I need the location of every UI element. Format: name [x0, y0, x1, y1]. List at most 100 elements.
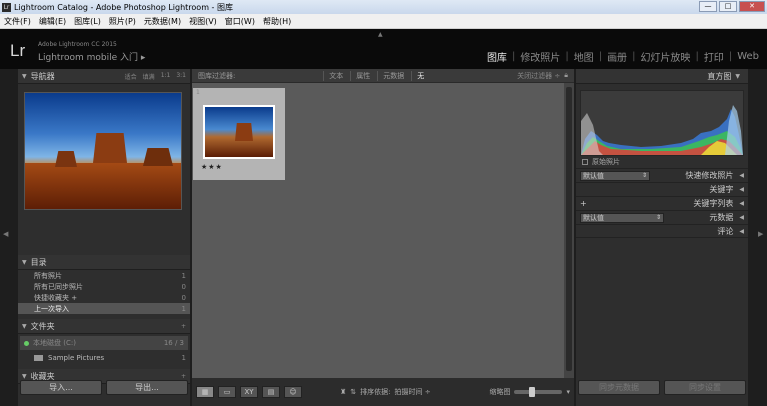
maximize-button[interactable]: □	[719, 1, 737, 12]
quick-develop-header[interactable]: 默认值 ⇕ 快速修改照片 ◀	[576, 168, 748, 182]
lightroom-logo: Lr	[10, 41, 26, 60]
right-panel-buttons: 同步元数据 同步设置	[576, 380, 748, 395]
slider-knob[interactable]	[529, 387, 536, 397]
zoom-1-1[interactable]: 1:1	[161, 72, 171, 81]
menu-bar: 文件(F) 编辑(E) 图库(L) 照片(P) 元数据(M) 视图(V) 窗口(…	[0, 14, 767, 29]
metadata-preset-select[interactable]: 默认值 ⇕	[580, 212, 664, 223]
module-map[interactable]: 地图	[574, 49, 594, 64]
original-photo-checkbox[interactable]	[582, 159, 588, 165]
lock-icon[interactable]: 🔒︎	[564, 71, 568, 80]
collapse-triangle-icon: ▼	[22, 72, 27, 80]
grid-view-icon[interactable]: ▦	[196, 386, 214, 398]
star-rating[interactable]: ★★★	[201, 163, 223, 171]
folders-header[interactable]: ▼ 文件夹 +	[18, 319, 190, 334]
menu-view[interactable]: 视图(V)	[185, 16, 221, 27]
collapse-right-panel-icon[interactable]: ▶	[758, 230, 763, 238]
sort-direction-icon[interactable]: ⇅	[350, 388, 356, 396]
loupe-view-icon[interactable]: ▭	[218, 386, 236, 398]
expand-triangle-icon: ◀	[739, 172, 744, 179]
volume-bar[interactable]: 本地磁盘 (C:) 16 / 3	[20, 336, 188, 350]
thumbnail-size-slider[interactable]	[514, 387, 563, 397]
grid-scrollbar[interactable]	[564, 83, 574, 378]
module-divider: |	[565, 51, 569, 62]
survey-view-icon[interactable]: ▤	[262, 386, 280, 398]
lightroom-mobile-link[interactable]: Lightroom mobile 入门 ▸	[38, 50, 145, 63]
menu-window[interactable]: 窗口(W)	[221, 16, 259, 27]
quick-develop-preset-select[interactable]: 默认值 ⇕	[580, 170, 650, 181]
module-web[interactable]: Web	[737, 51, 759, 62]
filter-text[interactable]: 文本	[323, 70, 348, 81]
keyword-list-title: 关键字列表	[693, 199, 734, 208]
import-button[interactable]: 导入...	[20, 380, 102, 395]
comments-title: 评论	[717, 226, 734, 236]
module-divider: |	[598, 51, 603, 62]
right-panel: 直方图 ▼ 原始照片 默认值 ⇕ 快速修改照片 ◀ 关键字 ◀ + 关键字列表 ◀…	[576, 69, 748, 406]
toolbar-menu-icon[interactable]: ▾	[566, 388, 570, 396]
sort-dropdown[interactable]: 拍摄时间 ÷	[395, 387, 431, 397]
collapse-left-panel-icon[interactable]: ◀	[3, 230, 8, 238]
menu-edit[interactable]: 编辑(E)	[35, 16, 70, 27]
module-develop[interactable]: 修改照片	[520, 49, 560, 64]
preview-ground	[25, 163, 181, 209]
zoom-fit[interactable]: 适合	[125, 72, 137, 81]
menu-photo[interactable]: 照片(P)	[105, 16, 140, 27]
metadata-header[interactable]: 默认值 ⇕ 元数据 ◀	[576, 210, 748, 224]
menu-file[interactable]: 文件(F)	[0, 16, 35, 27]
volume-status-icon	[24, 340, 29, 346]
expand-triangle-icon: ◀	[739, 200, 744, 207]
expand-triangle-icon: ◀	[739, 227, 744, 235]
filter-off-dropdown[interactable]: 关闭过滤器 ÷	[517, 71, 560, 81]
navigator-zoom-options: 适合 填满 1:1 3:1	[125, 72, 186, 81]
quick-develop-title: 快速修改照片	[685, 171, 734, 180]
zoom-3-1[interactable]: 3:1	[176, 72, 186, 81]
minimize-button[interactable]: —	[699, 1, 717, 12]
folder-icon	[34, 355, 43, 361]
compare-view-icon[interactable]: XY	[240, 386, 258, 398]
filter-none[interactable]: 无	[411, 70, 429, 81]
left-panel-buttons: 导入... 导出...	[18, 380, 190, 395]
module-slideshow[interactable]: 幻灯片放映	[640, 49, 690, 64]
sync-settings-button[interactable]: 同步设置	[664, 380, 746, 395]
navigator-title: 导航器	[30, 71, 55, 81]
brand-product-name: Adobe Lightroom CC 2015	[38, 41, 117, 48]
filter-metadata[interactable]: 元数据	[377, 70, 409, 81]
center-grid-area: 图库过滤器: 文本 属性 元数据 无 关闭过滤器 ÷ 🔒︎ 1 ★★★ ▦ ▭ …	[192, 69, 574, 406]
menu-metadata[interactable]: 元数据(M)	[140, 16, 185, 27]
navigator-header[interactable]: ▼ 导航器 适合 填满 1:1 3:1	[18, 69, 190, 84]
collapse-top-panel-icon[interactable]: ▲	[378, 31, 383, 38]
module-book[interactable]: 画册	[607, 49, 627, 64]
lightroom-app-icon: Lr	[2, 2, 11, 12]
navigator-preview[interactable]	[24, 92, 182, 210]
module-library[interactable]: 图库	[487, 49, 507, 64]
folder-item[interactable]: Sample Pictures 1	[18, 352, 190, 364]
add-folder-icon[interactable]: +	[181, 323, 186, 330]
filter-attribute[interactable]: 属性	[350, 70, 375, 81]
collapse-triangle-icon: ▼	[22, 258, 27, 266]
window-title: Lightroom Catalog - Adobe Photoshop Ligh…	[14, 2, 233, 12]
module-print[interactable]: 打印	[704, 49, 724, 64]
export-button[interactable]: 导出...	[106, 380, 188, 395]
catalog-item-all-photos[interactable]: 所有照片 1	[18, 270, 190, 281]
histogram-chart[interactable]	[580, 90, 744, 156]
collapse-triangle-icon: ▼	[22, 322, 27, 330]
sync-metadata-button[interactable]: 同步元数据	[578, 380, 660, 395]
catalog-item-previous-import[interactable]: 上一次导入 1	[18, 303, 190, 314]
menu-help[interactable]: 帮助(H)	[259, 16, 295, 27]
grid-cell[interactable]: 1 ★★★	[193, 88, 285, 180]
close-button[interactable]: ✕	[739, 1, 765, 12]
catalog-item-quick-collection[interactable]: 快捷收藏夹 +0	[18, 292, 190, 303]
people-view-icon[interactable]: ☺	[284, 386, 302, 398]
histogram-header[interactable]: 直方图 ▼	[576, 69, 748, 84]
comments-header[interactable]: 评论 ◀	[576, 224, 748, 238]
zoom-fill[interactable]: 填满	[143, 72, 155, 81]
menu-library[interactable]: 图库(L)	[70, 16, 105, 27]
add-collection-icon[interactable]: +	[181, 373, 186, 380]
photo-thumbnail[interactable]	[203, 105, 275, 159]
add-keyword-icon[interactable]: +	[580, 199, 587, 208]
keyword-list-header[interactable]: + 关键字列表 ◀	[576, 196, 748, 210]
painter-icon[interactable]: ♜	[340, 388, 346, 396]
identity-plate: ▲ Lr Adobe Lightroom CC 2015 Lightroom m…	[0, 29, 767, 69]
keywording-header[interactable]: 关键字 ◀	[576, 182, 748, 196]
catalog-header[interactable]: ▼ 目录	[18, 255, 190, 270]
catalog-item-synced[interactable]: 所有已同步照片 0	[18, 281, 190, 292]
